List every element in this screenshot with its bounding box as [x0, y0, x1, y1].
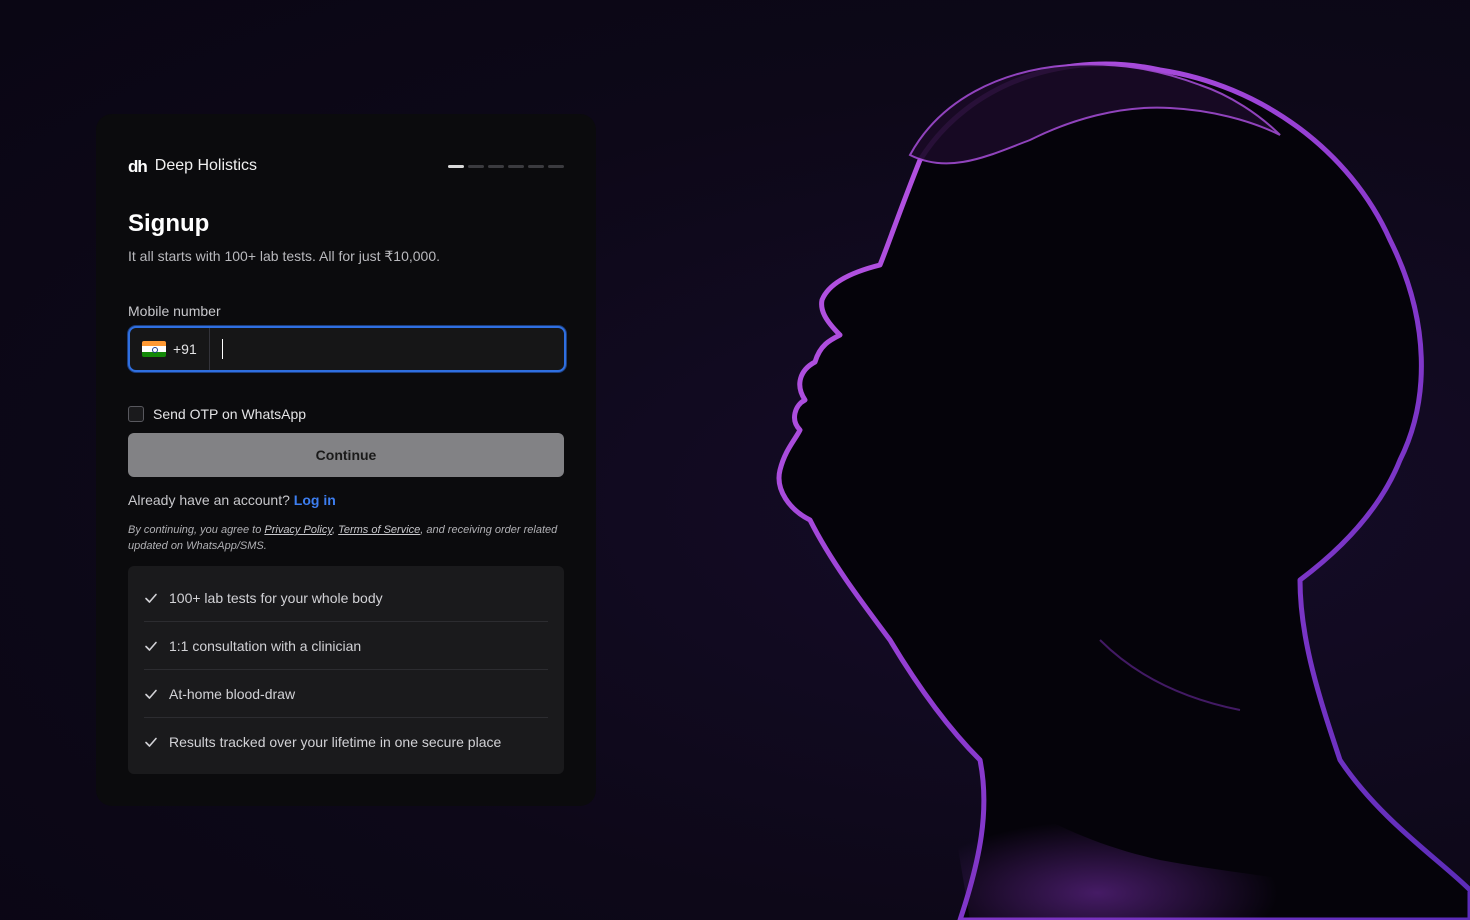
- progress-step: [448, 164, 464, 168]
- check-icon: [145, 641, 157, 651]
- privacy-policy-link[interactable]: Privacy Policy: [264, 524, 332, 536]
- legal-separator: ,: [332, 524, 336, 536]
- country-code-selector[interactable]: +91: [130, 328, 210, 370]
- feature-text: At-home blood-draw: [169, 685, 296, 702]
- brand-name: Deep Holistics: [154, 157, 258, 174]
- feature-item: 100+ lab tests for your whole body: [144, 574, 548, 622]
- feature-item: 1:1 consultation with a clinician: [144, 622, 548, 670]
- check-icon: [145, 737, 157, 747]
- mobile-number-label: Mobile number: [128, 303, 221, 319]
- mobile-number-input[interactable]: [222, 328, 564, 370]
- page-title: Signup: [128, 210, 210, 237]
- feature-text: 100+ lab tests for your whole body: [169, 589, 383, 606]
- whatsapp-otp-option[interactable]: Send OTP on WhatsApp: [128, 406, 564, 422]
- login-prompt-row: Already have an account? Log in: [128, 492, 564, 508]
- whatsapp-otp-label: Send OTP on WhatsApp: [153, 406, 307, 422]
- feature-item: At-home blood-draw: [144, 670, 548, 718]
- signup-card: dh Deep Holistics Signup It all starts w…: [96, 114, 596, 806]
- whatsapp-otp-checkbox[interactable]: [128, 406, 144, 422]
- profile-silhouette-image: [776, 61, 1470, 920]
- signup-page: dh Deep Holistics Signup It all starts w…: [0, 0, 1470, 920]
- progress-step: [528, 164, 544, 168]
- continue-button[interactable]: Continue: [128, 433, 564, 477]
- legal-notice: By continuing, you agree to Privacy Poli…: [128, 522, 564, 554]
- card-header: dh Deep Holistics: [128, 154, 564, 178]
- features-list: 100+ lab tests for your whole body 1:1 c…: [128, 566, 564, 774]
- feature-text: 1:1 consultation with a clinician: [169, 637, 362, 654]
- progress-step: [488, 164, 504, 168]
- mobile-number-field: +91: [128, 326, 566, 372]
- page-subtitle: It all starts with 100+ lab tests. All f…: [128, 248, 441, 264]
- india-flag-icon: [142, 341, 166, 357]
- feature-item: Results tracked over your lifetime in on…: [144, 718, 548, 766]
- progress-step: [508, 164, 524, 168]
- login-prompt: Already have an account?: [128, 492, 290, 508]
- progress-steps: [448, 164, 564, 168]
- check-icon: [145, 689, 157, 699]
- feature-text: Results tracked over your lifetime in on…: [169, 734, 502, 750]
- brand-logo: dh: [128, 156, 148, 176]
- brand: dh Deep Holistics: [128, 157, 257, 175]
- legal-prefix: By continuing, you agree to: [128, 524, 262, 536]
- progress-step: [548, 164, 564, 168]
- login-link[interactable]: Log in: [294, 492, 336, 508]
- country-code: +91: [173, 341, 197, 357]
- terms-of-service-link[interactable]: Terms of Service: [338, 524, 420, 536]
- progress-step: [468, 164, 484, 168]
- check-icon: [145, 593, 157, 603]
